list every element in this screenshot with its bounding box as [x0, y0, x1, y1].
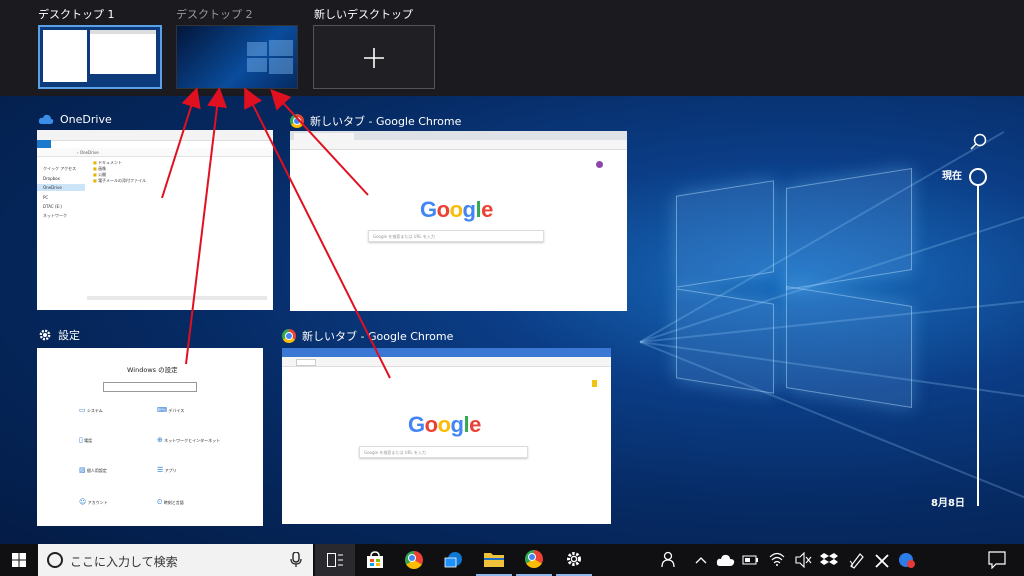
- annotation-arrows: [161, 87, 391, 379]
- red-arrow: [161, 87, 201, 199]
- people-icon[interactable]: [660, 550, 680, 570]
- timeline-now-label: 現在: [942, 171, 962, 182]
- settings-app-button[interactable]: [556, 544, 592, 576]
- microphone-icon[interactable]: [290, 552, 302, 568]
- task-view-icon: [327, 553, 343, 567]
- chrome-icon: [525, 550, 543, 568]
- chevron-up-icon[interactable]: [694, 554, 708, 566]
- red-arrow: [244, 87, 391, 379]
- file-explorer-button[interactable]: [476, 544, 512, 576]
- timeline-date-label: 8月8日: [931, 498, 965, 509]
- onedrive-tray-icon[interactable]: [716, 553, 736, 567]
- volume-mute-icon[interactable]: [794, 552, 812, 568]
- task-view-button[interactable]: [315, 544, 355, 576]
- cortana-icon: [47, 552, 63, 568]
- timeline-slider-handle[interactable]: [969, 168, 987, 186]
- timeline-track[interactable]: [977, 184, 979, 506]
- taskbar-search-box[interactable]: ここに入力して検索: [38, 544, 313, 576]
- chrome-icon: [405, 551, 423, 569]
- red-arrow: [270, 89, 369, 196]
- mail-icon: [444, 552, 462, 568]
- battery-icon[interactable]: [742, 553, 760, 567]
- start-button[interactable]: [0, 544, 38, 576]
- dropbox-icon[interactable]: [820, 552, 838, 568]
- pen-icon[interactable]: [848, 551, 866, 569]
- folder-icon: [484, 553, 504, 567]
- action-center-icon[interactable]: [988, 551, 1006, 569]
- wifi-icon[interactable]: [768, 551, 786, 567]
- mail-app-button[interactable]: [436, 544, 472, 576]
- windows-logo-icon: [12, 553, 26, 567]
- bluetooth-app-icon[interactable]: [898, 551, 916, 569]
- chrome-profile-app-button[interactable]: [396, 544, 432, 576]
- red-arrow: [185, 87, 228, 365]
- chrome-app-button[interactable]: [516, 544, 552, 576]
- close-x-icon[interactable]: [874, 553, 890, 569]
- search-placeholder: ここに入力して検索: [70, 555, 178, 569]
- store-icon: [367, 551, 383, 568]
- gear-icon: [567, 552, 581, 566]
- store-app-button[interactable]: [357, 544, 393, 576]
- timeline-search-icon[interactable]: [968, 132, 990, 152]
